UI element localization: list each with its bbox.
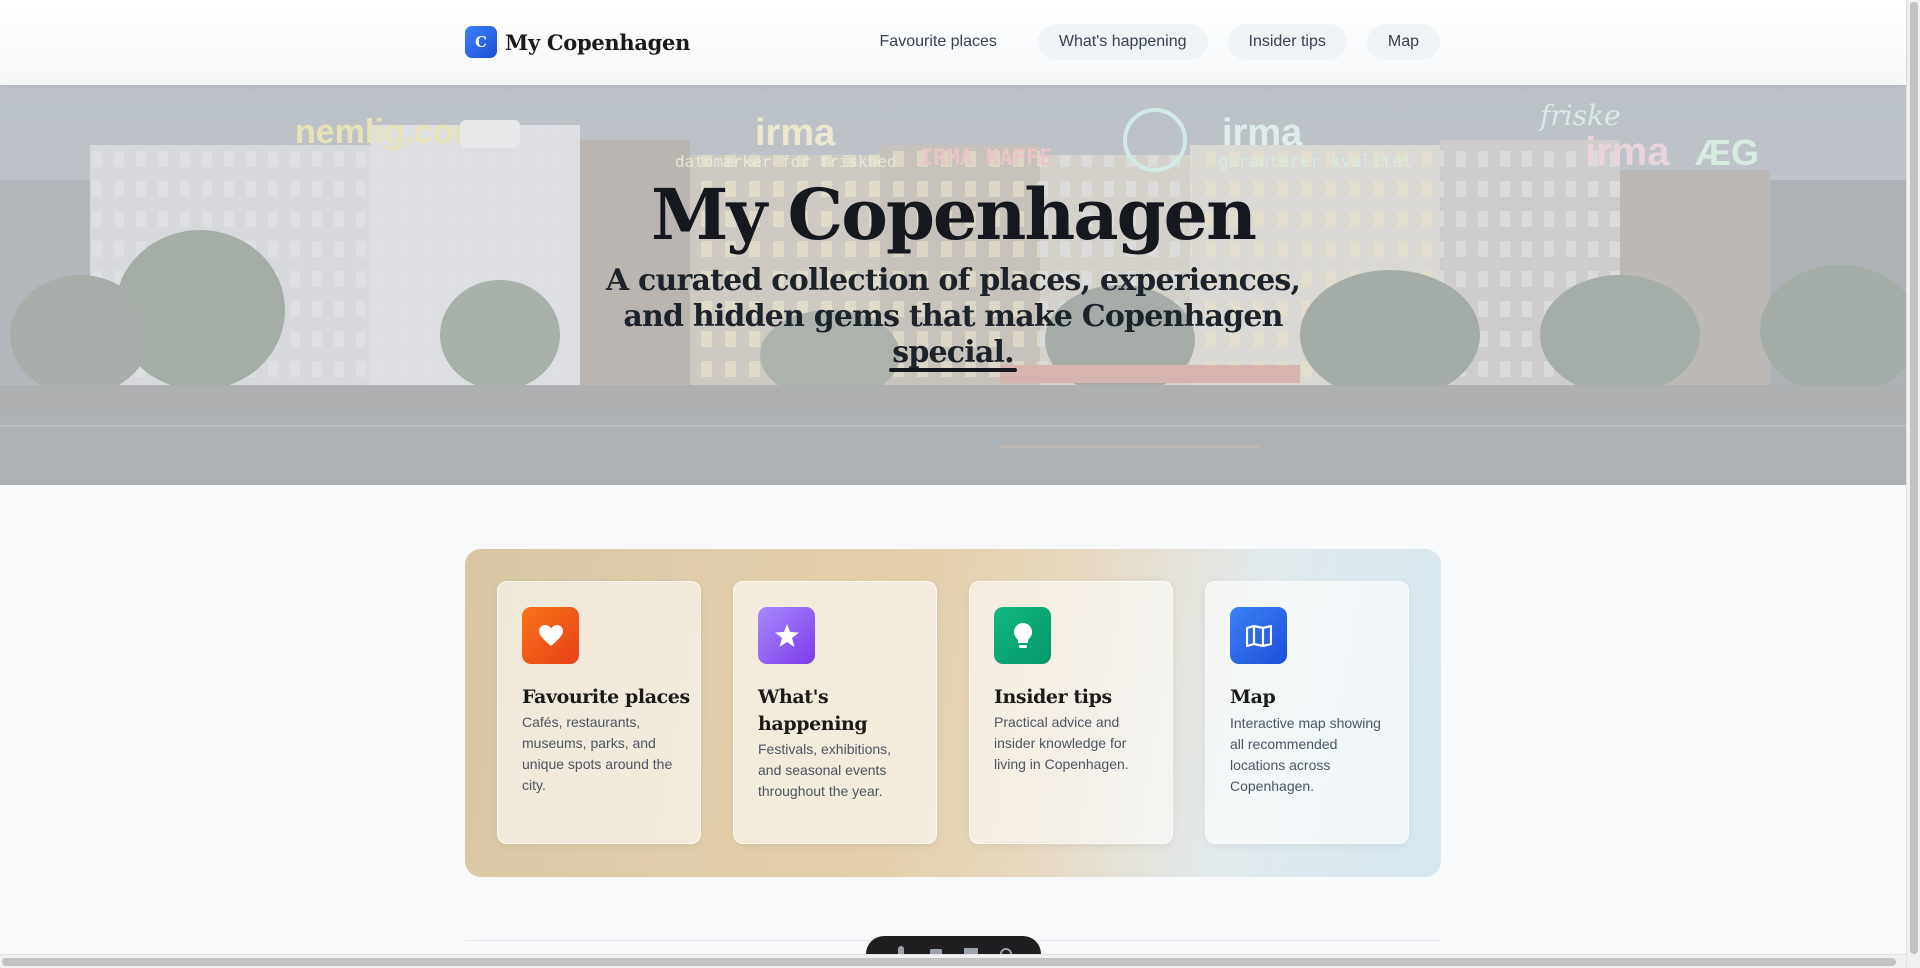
hero-section: nemlig.com irma datomærker for friskhed … — [0, 85, 1906, 485]
hero-subtitle: A curated collection of places, experien… — [605, 263, 1301, 370]
site-header: C My Copenhagen Favourite places What's … — [0, 0, 1906, 85]
card-description: Cafés, restaurants, museums, parks, and … — [522, 714, 673, 793]
card-insider-tips[interactable]: Insider tips Practical advice and inside… — [969, 581, 1173, 844]
page: C My Copenhagen Favourite places What's … — [0, 0, 1920, 968]
card-whats-happening[interactable]: What's happening Festivals, exhibitions,… — [733, 581, 937, 844]
map-icon — [1230, 607, 1287, 664]
card-title: Favourite places — [522, 686, 690, 708]
nav-insider-tips[interactable]: Insider tips — [1227, 24, 1347, 60]
card-favourite-places[interactable]: Favourite places Cafés, restaurants, mus… — [497, 581, 701, 844]
hero-divider — [889, 368, 1017, 372]
lightbulb-icon — [994, 607, 1051, 664]
logo-mark: C — [465, 26, 497, 58]
main-nav: Favourite places What's happening Inside… — [859, 24, 1440, 60]
vertical-scrollbar[interactable] — [1906, 0, 1920, 968]
horizontal-scrollbar-thumb[interactable] — [2, 958, 1896, 966]
nav-map[interactable]: Map — [1366, 24, 1440, 60]
star-icon — [758, 607, 815, 664]
card-title: What's happening — [758, 686, 868, 735]
nav-favourite-places[interactable]: Favourite places — [859, 24, 1018, 60]
heart-icon — [522, 607, 579, 664]
card-title: Insider tips — [994, 686, 1112, 708]
horizontal-scrollbar[interactable] — [0, 954, 1906, 968]
site-name: My Copenhagen — [505, 29, 691, 55]
hero-title: My Copenhagen — [651, 173, 1257, 256]
card-map[interactable]: Map Interactive map showing all recommen… — [1205, 581, 1409, 844]
card-description: Festivals, exhibitions, and seasonal eve… — [758, 741, 892, 799]
vertical-scrollbar-thumb[interactable] — [1910, 2, 1918, 954]
card-description: Interactive map showing all recommended … — [1230, 715, 1381, 794]
categories-panel: Favourite places Cafés, restaurants, mus… — [465, 549, 1441, 877]
card-description: Practical advice and insider knowledge f… — [994, 714, 1129, 772]
site-logo[interactable]: C My Copenhagen — [465, 26, 690, 58]
nav-whats-happening[interactable]: What's happening — [1037, 24, 1208, 60]
card-title: Map — [1230, 686, 1276, 708]
